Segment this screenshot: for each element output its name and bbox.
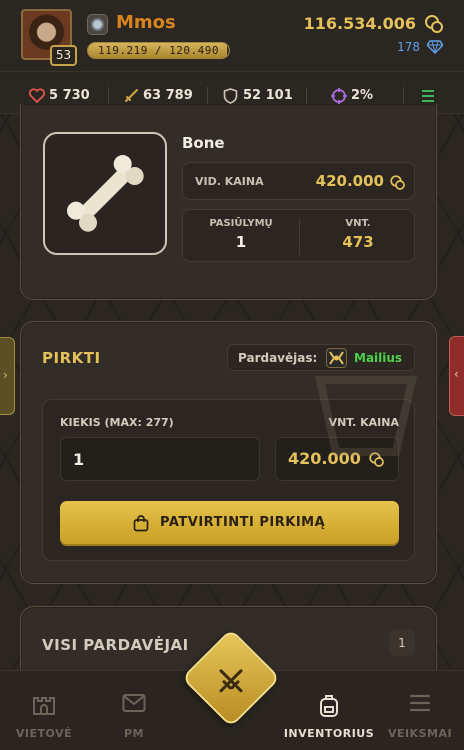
- nav-label-actions: VEIKSMAI: [387, 727, 453, 740]
- level-badge: 53: [50, 45, 77, 66]
- player-header: 53 Mmos 119.219 / 120.490 116.534.006 17…: [0, 0, 464, 72]
- stat-divider: [207, 87, 208, 105]
- left-side-tab[interactable]: ›: [0, 337, 15, 415]
- stat-divider: [306, 87, 307, 105]
- stat-divider: [403, 87, 404, 105]
- confirm-purchase-label: PATVIRTINTI PIRKIMĄ: [160, 515, 326, 530]
- stat-defense-value: 52 101: [243, 88, 293, 103]
- average-price-label: VID. KAINA: [195, 175, 264, 188]
- sword-icon: [125, 89, 138, 102]
- quantity-label: KIEKIS (MAX: 277): [60, 416, 174, 429]
- stat-divider: [108, 87, 109, 105]
- crossed-swords-icon: [219, 669, 243, 693]
- seller-pill[interactable]: Pardavėjas: Mailius: [227, 344, 415, 371]
- offers-column: PASIŪLYMŲ 1: [183, 218, 299, 251]
- nav-item-location[interactable]: VIETOVĖ: [0, 671, 88, 750]
- list-icon[interactable]: [421, 89, 435, 103]
- stat-attack-value: 63 789: [143, 88, 193, 103]
- sellers-count-badge: 1: [389, 630, 415, 656]
- shield-watermark-icon: [315, 376, 417, 456]
- shield-icon: [223, 88, 238, 104]
- nav-label-messages: PM: [123, 727, 144, 740]
- crosshair-icon: [331, 88, 347, 104]
- stat-health: 5 730: [29, 87, 99, 105]
- item-details-card: Bone VID. KAINA 420.000 PASIŪLYMŲ 1 VNT.…: [20, 104, 437, 300]
- castle-icon: [33, 697, 55, 715]
- stat-crit-value: 2%: [351, 88, 374, 103]
- seller-label: Pardavėjas:: [238, 351, 318, 365]
- seller-avatar-icon: [326, 348, 347, 368]
- nav-label-inventory: INVENTORIUS: [283, 727, 375, 740]
- nav-item-inventory[interactable]: INVENTORIUS: [276, 671, 382, 750]
- clan-emblem-icon[interactable]: [87, 14, 108, 35]
- coin-icon: [390, 175, 405, 190]
- average-price-box: VID. KAINA 420.000: [182, 162, 415, 200]
- shopping-bag-icon: [133, 515, 149, 532]
- quantity-input[interactable]: [60, 437, 260, 481]
- bone-icon: [67, 155, 144, 232]
- offers-value: 1: [235, 233, 247, 251]
- chevron-right-icon: ›: [3, 368, 8, 382]
- offers-label: PASIŪLYMŲ: [209, 218, 273, 229]
- stat-attack: 63 789: [123, 87, 203, 105]
- nav-label-location: VIETOVĖ: [15, 727, 73, 740]
- diamond-icon: [427, 40, 443, 54]
- average-price-value: 420.000: [315, 172, 384, 190]
- seller-name[interactable]: Mailius: [354, 351, 402, 365]
- units-column: VNT. 473: [300, 218, 416, 251]
- confirm-purchase-button[interactable]: PATVIRTINTI PIRKIMĄ: [60, 501, 399, 546]
- units-value: 473: [342, 233, 374, 251]
- menu-icon: [409, 694, 431, 712]
- all-sellers-title: VISI PARDAVĖJAI: [42, 636, 189, 654]
- mail-icon: [122, 694, 146, 712]
- item-image: [43, 132, 167, 255]
- offers-box: PASIŪLYMŲ 1 VNT. 473: [182, 209, 415, 262]
- item-name: Bone: [182, 134, 225, 152]
- backpack-icon: [320, 695, 338, 717]
- stat-crit: 2%: [331, 87, 391, 105]
- username[interactable]: Mmos: [116, 12, 176, 33]
- units-label: VNT.: [345, 218, 371, 229]
- stat-health-value: 5 730: [49, 88, 90, 103]
- xp-bar: 119.219 / 120.490: [87, 42, 230, 59]
- stat-defense: 52 101: [223, 87, 303, 105]
- right-side-tab[interactable]: ‹: [449, 336, 464, 416]
- gold-amount: 116.534.006: [303, 14, 416, 33]
- xp-text: 119.219 / 120.490: [97, 44, 220, 57]
- nav-item-messages[interactable]: PM: [88, 671, 180, 750]
- nav-item-actions[interactable]: VEIKSMAI: [382, 671, 458, 750]
- gold-coins-icon: [425, 15, 443, 33]
- chevron-left-icon: ‹: [454, 367, 459, 381]
- heart-icon: [29, 88, 45, 103]
- gem-amount: 178: [397, 40, 420, 54]
- buy-title: PIRKTI: [42, 349, 101, 367]
